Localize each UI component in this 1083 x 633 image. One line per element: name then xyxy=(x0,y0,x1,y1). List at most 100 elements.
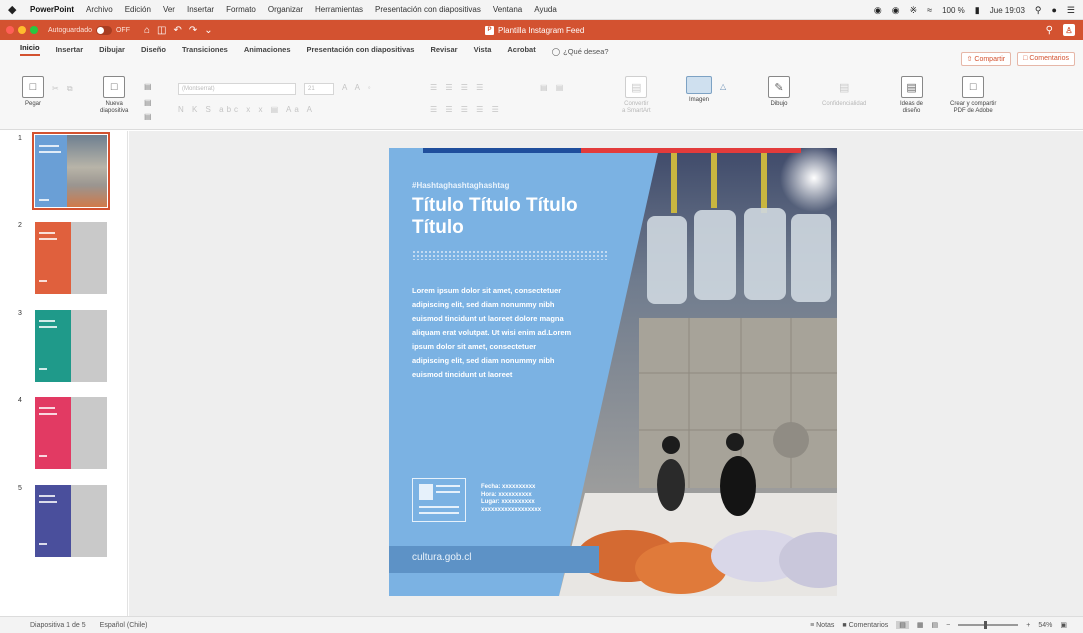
smartart-group[interactable]: ▤ Convertir a SmartArt xyxy=(622,76,651,115)
account-icon[interactable]: ♙ xyxy=(1063,24,1075,36)
menu-ventana[interactable]: Ventana xyxy=(493,5,522,14)
home-icon[interactable]: ⌂ xyxy=(144,25,150,36)
tab-acrobat[interactable]: Acrobat xyxy=(507,45,535,56)
tab-presentacion[interactable]: Presentación con diapositivas xyxy=(307,45,415,56)
comments-button[interactable]: □ Comentarios xyxy=(1017,52,1075,66)
cut-copy-icons[interactable]: ✂ ⧉ xyxy=(52,84,76,94)
font-name-box[interactable]: (Montserrat) xyxy=(178,83,296,95)
image-group[interactable]: Imagen xyxy=(686,76,712,104)
menu-ayuda[interactable]: Ayuda xyxy=(534,5,557,14)
tab-insertar[interactable]: Insertar xyxy=(56,45,84,56)
zoom-in-icon[interactable]: + xyxy=(1026,622,1030,629)
tab-diseno[interactable]: Diseño xyxy=(141,45,166,56)
control-center-icon[interactable]: ☰ xyxy=(1067,5,1075,16)
slide-hashtag[interactable]: #Hashtaghashtaghashtag xyxy=(412,181,509,190)
share-button[interactable]: ⇧ Compartir xyxy=(960,52,1012,66)
tab-vista[interactable]: Vista xyxy=(474,45,492,56)
tab-dibujar[interactable]: Dibujar xyxy=(99,45,125,56)
thumbnail-footer-line xyxy=(39,543,47,545)
reading-view-icon[interactable]: ▤ xyxy=(932,621,939,629)
document-title-area: P Plantilla Instagram Feed xyxy=(485,20,584,40)
menu-ver[interactable]: Ver xyxy=(163,5,175,14)
tab-animaciones[interactable]: Animaciones xyxy=(244,45,291,56)
window-controls xyxy=(6,26,38,34)
thumbnail-photo xyxy=(67,135,107,207)
spotlight-search-icon[interactable]: ⚲ xyxy=(1035,5,1042,16)
text-format-icons[interactable]: N K S abc x x ▤ Aa A xyxy=(178,105,315,114)
text-direction-icons[interactable]: ▤ ▤ xyxy=(540,83,566,92)
siri-icon[interactable]: ● xyxy=(1051,5,1056,15)
tell-me-text: ¿Qué desea? xyxy=(563,47,609,56)
tab-revisar[interactable]: Revisar xyxy=(430,45,457,56)
tab-transiciones[interactable]: Transiciones xyxy=(182,45,228,56)
font-grow-shrink-icons[interactable]: A A ◦ xyxy=(342,83,374,92)
minimize-window-button[interactable] xyxy=(18,26,26,34)
wifi-icon[interactable]: ≈ xyxy=(927,5,932,15)
slide-thumbnail-5[interactable]: 5 xyxy=(18,485,107,557)
menu-archivo[interactable]: Archivo xyxy=(86,5,113,14)
autosave-toggle[interactable] xyxy=(95,25,112,35)
search-icon[interactable]: ⚲ xyxy=(1046,25,1053,36)
menu-presentacion[interactable]: Presentación con diapositivas xyxy=(375,5,481,14)
redo-icon[interactable]: ↷ xyxy=(189,25,197,36)
zoom-slider-thumb[interactable] xyxy=(984,621,988,629)
menu-insertar[interactable]: Insertar xyxy=(187,5,214,14)
draw-label: Dibujo xyxy=(770,101,788,107)
paste-group[interactable]: □ Pegar xyxy=(22,76,44,108)
menu-organizar[interactable]: Organizar xyxy=(268,5,303,14)
status-bar: Diapositiva 1 de 5 Español (Chile) ≡ Not… xyxy=(0,616,1083,633)
zoom-level[interactable]: 54% xyxy=(1038,622,1052,629)
adobe-pdf-group[interactable]: □ Crear y compartir PDF de Adobe xyxy=(950,76,996,115)
menu-herramientas[interactable]: Herramientas xyxy=(315,5,363,14)
thumbnail-image-placeholder xyxy=(71,485,107,557)
list-icons[interactable]: ☰ ☰ ☰ ☰ xyxy=(430,83,486,92)
sensitivity-group[interactable]: ▤ Confidencialidad xyxy=(822,76,866,108)
slide-thumbnail-1[interactable]: 1 xyxy=(18,132,110,210)
shapes-icon[interactable]: △ xyxy=(720,82,729,91)
undo-icon[interactable]: ↶ xyxy=(173,25,181,36)
status-shield-icon[interactable]: ◉ xyxy=(892,5,900,16)
menubar-clock[interactable]: Jue 19:03 xyxy=(990,6,1025,15)
status-app-icon[interactable]: ◉ xyxy=(874,5,882,16)
battery-icon[interactable]: ▮ xyxy=(975,5,980,16)
sensitivity-icon: ▤ xyxy=(838,81,850,94)
font-size-box[interactable]: 21 xyxy=(304,83,334,95)
thumbnail-title-line xyxy=(39,495,55,497)
bluetooth-icon[interactable]: ※ xyxy=(910,5,918,16)
slide-thumbnail-4[interactable]: 4 xyxy=(18,397,107,469)
current-slide[interactable]: #Hashtaghashtaghashtag Título Título Tít… xyxy=(389,148,837,596)
footer-url[interactable]: cultura.gob.cl xyxy=(412,552,471,563)
zoom-slider[interactable] xyxy=(958,621,1019,629)
menu-formato[interactable]: Formato xyxy=(226,5,256,14)
slide-sorter-icon[interactable]: ▦ xyxy=(917,621,924,629)
titlebar-right: ⚲ ♙ xyxy=(1046,20,1075,40)
slide-thumbnail-2[interactable]: 2 xyxy=(18,222,107,294)
save-icon[interactable]: ◫ xyxy=(157,25,166,36)
zoom-window-button[interactable] xyxy=(30,26,38,34)
slide-body-text[interactable]: Lorem ipsum dolor sit amet, consectetuer… xyxy=(412,284,574,382)
normal-view-icon[interactable]: ▤ xyxy=(896,621,909,629)
menu-app-name[interactable]: PowerPoint xyxy=(30,5,74,14)
battery-percent[interactable]: 100 % xyxy=(942,6,965,15)
language-indicator[interactable]: Español (Chile) xyxy=(100,622,148,629)
event-details-text[interactable]: Fecha: xxxxxxxxxx Hora: xxxxxxxxxx Lugar… xyxy=(481,484,541,514)
design-ideas-group[interactable]: ▤ Ideas de diseño xyxy=(900,76,923,115)
slide-thumbnail-3[interactable]: 3 xyxy=(18,310,107,382)
comments-status-button[interactable]: ■ Comentarios xyxy=(842,622,888,629)
section-icon[interactable]: ▤ xyxy=(144,112,155,121)
layout-icon[interactable]: ▤ xyxy=(144,82,155,91)
menu-edicion[interactable]: Edición xyxy=(125,5,151,14)
tab-inicio[interactable]: Inicio xyxy=(20,43,40,56)
fit-slide-icon[interactable]: ▣ xyxy=(1060,621,1067,629)
new-slide-group[interactable]: □ Nueva diapositiva xyxy=(100,76,128,115)
slide-title[interactable]: Título Título Título Título xyxy=(412,195,612,239)
zoom-out-icon[interactable]: − xyxy=(946,622,950,629)
customize-toolbar-icon[interactable]: ⌄ xyxy=(204,25,212,36)
close-window-button[interactable] xyxy=(6,26,14,34)
draw-group[interactable]: ✎ Dibujo xyxy=(768,76,790,108)
notes-button[interactable]: ≡ Notas xyxy=(810,622,834,629)
reset-icon[interactable]: ▤ xyxy=(144,98,155,107)
align-icons[interactable]: ☰ ☰ ☰ ☰ ☰ xyxy=(430,105,502,114)
apple-menu-icon[interactable]: ◆ xyxy=(8,3,30,16)
tell-me-box[interactable]: ◯ ¿Qué desea? xyxy=(552,47,609,56)
